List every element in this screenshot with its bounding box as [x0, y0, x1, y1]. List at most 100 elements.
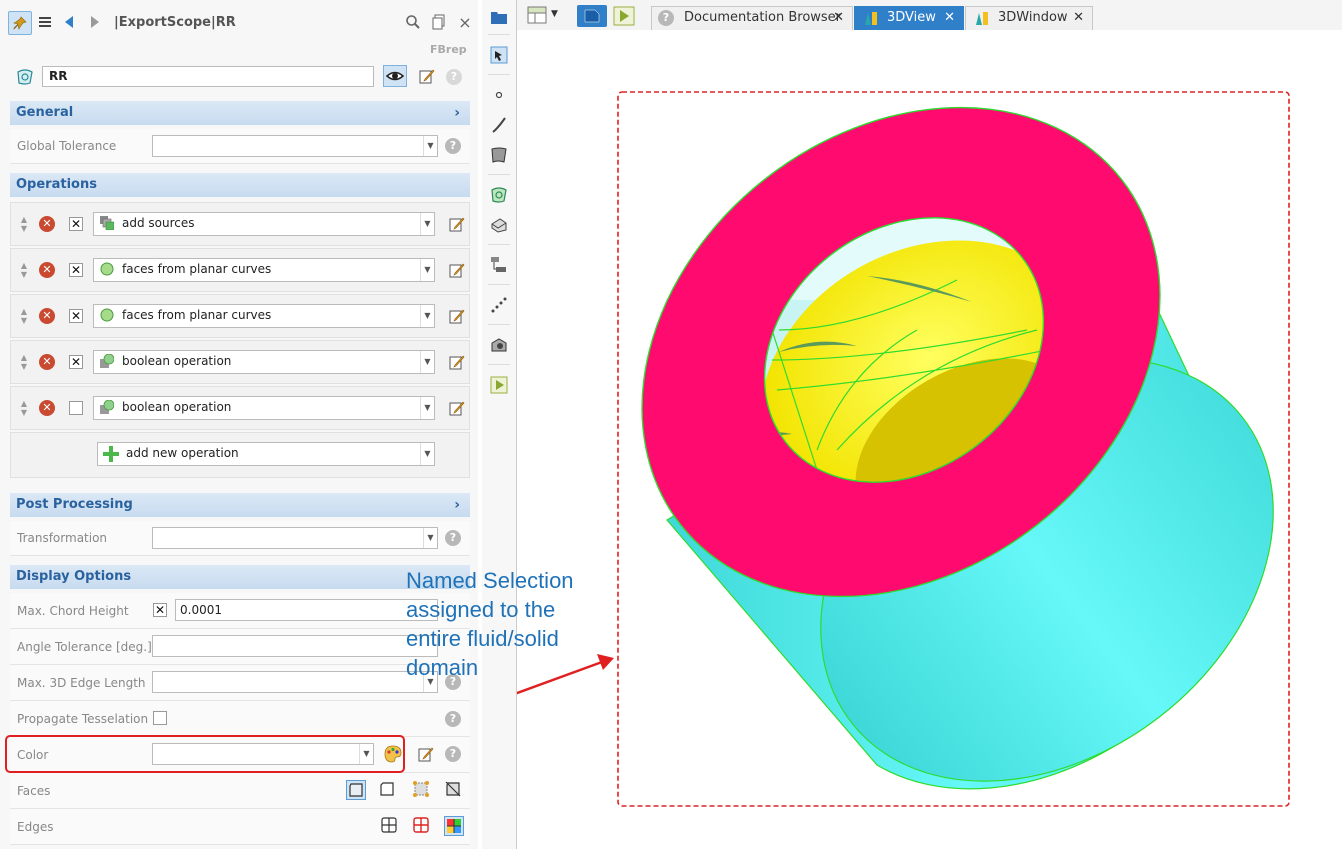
back-icon[interactable]	[58, 11, 80, 33]
faces-none-button[interactable]	[444, 780, 464, 800]
copy-icon[interactable]	[428, 11, 450, 33]
operation-combo[interactable]: boolean operation ▼	[93, 396, 435, 420]
section-post-processing[interactable]: Post Processing ›	[10, 493, 470, 517]
operation-combo[interactable]: boolean operation ▼	[93, 350, 435, 374]
delete-icon[interactable]: ✕	[39, 308, 55, 324]
reorder-icon[interactable]: ▲ ▼	[19, 261, 29, 281]
section-operations[interactable]: Operations	[10, 173, 470, 197]
annotation-text: Named Selection assigned to the entire f…	[406, 568, 574, 680]
tree-icon[interactable]	[490, 256, 508, 274]
tab-3dwindow[interactable]: 3DWindow ✕	[965, 6, 1093, 30]
max-chord-height-checkbox[interactable]: ✕	[153, 603, 167, 617]
add-operation-row: add new operation ▼	[10, 432, 470, 478]
edges-colored-button[interactable]	[444, 816, 464, 836]
properties-panel: |ExportScope|RR × FBrep RR ? General › G…	[0, 0, 478, 849]
list-icon[interactable]	[34, 11, 56, 33]
faces-points-button[interactable]	[412, 780, 432, 800]
render-icon[interactable]	[490, 336, 508, 354]
tab-3dview[interactable]: 3DView ✕	[854, 6, 964, 30]
type-label: FBrep	[430, 43, 467, 56]
close-icon[interactable]: ✕	[1073, 7, 1084, 29]
section-post-processing-label: Post Processing	[16, 497, 133, 512]
delete-icon[interactable]: ✕	[39, 262, 55, 278]
edit-icon[interactable]	[449, 308, 465, 324]
operation-enabled-checkbox[interactable]	[69, 401, 83, 415]
section-display-options[interactable]: Display Options	[10, 565, 470, 589]
edit-icon[interactable]	[449, 354, 465, 370]
help-icon[interactable]: ?	[446, 69, 462, 85]
edit-icon[interactable]	[418, 746, 434, 762]
angle-tolerance-input[interactable]	[152, 635, 438, 657]
operation-enabled-checkbox[interactable]: ✕	[69, 355, 83, 369]
panel-title: |ExportScope|RR	[114, 15, 236, 30]
section-display-options-label: Display Options	[16, 569, 132, 584]
section-general[interactable]: General ›	[10, 101, 470, 125]
faces-outline-button[interactable]	[378, 780, 398, 800]
edges-mesh-button[interactable]	[380, 816, 400, 836]
name-input[interactable]: RR	[42, 66, 374, 87]
3d-viewport[interactable]	[517, 30, 1342, 849]
edges-feature-button[interactable]	[412, 816, 432, 836]
reorder-icon[interactable]: ▲ ▼	[19, 353, 29, 373]
layout-icon[interactable]	[527, 6, 549, 26]
edit-icon[interactable]	[449, 262, 465, 278]
transformation-combo[interactable]: ▼	[152, 527, 438, 549]
tab-documentation-browser[interactable]: ? Documentation Browser ✕	[651, 6, 853, 30]
edit-icon[interactable]	[449, 400, 465, 416]
close-icon[interactable]: ✕	[833, 7, 844, 29]
play-icon[interactable]	[490, 376, 508, 394]
help-icon[interactable]: ?	[445, 711, 461, 727]
close-icon[interactable]: ×	[454, 11, 476, 33]
reorder-icon[interactable]: ▲ ▼	[19, 307, 29, 327]
chevron-down-icon[interactable]: ▼	[551, 9, 558, 19]
transformation-label: Transformation	[17, 531, 108, 545]
max-3d-edge-length-combo[interactable]: ▼	[152, 671, 438, 693]
operation-combo[interactable]: faces from planar curves ▼	[93, 258, 435, 282]
edges-row: Edges	[10, 809, 470, 845]
max-3d-edge-length-label: Max. 3D Edge Length	[17, 676, 146, 690]
delete-icon[interactable]: ✕	[39, 400, 55, 416]
green-circle-icon	[100, 308, 114, 322]
reorder-icon[interactable]: ▲ ▼	[19, 215, 29, 235]
angle-tolerance-row: Angle Tolerance [deg.]	[10, 629, 470, 665]
visibility-toggle[interactable]	[383, 65, 407, 87]
operation-enabled-checkbox[interactable]: ✕	[69, 309, 83, 323]
add-new-operation-combo[interactable]: add new operation ▼	[97, 442, 435, 466]
close-icon[interactable]: ✕	[944, 7, 955, 29]
edit-icon[interactable]	[419, 68, 435, 84]
select-curve-icon[interactable]	[490, 116, 508, 134]
select-point-icon[interactable]	[490, 86, 508, 104]
folder-icon[interactable]	[490, 8, 508, 26]
play-icon[interactable]	[613, 6, 635, 26]
delete-icon[interactable]: ✕	[39, 216, 55, 232]
operation-enabled-checkbox[interactable]: ✕	[69, 217, 83, 231]
reorder-icon[interactable]: ▲ ▼	[19, 399, 29, 419]
select-body-icon[interactable]	[490, 46, 508, 64]
tab-bar: ▼ ? Documentation Browser ✕ 3DView ✕ 3DW…	[517, 0, 1342, 31]
max-chord-height-input[interactable]: 0.0001	[175, 599, 438, 621]
operation-combo[interactable]: add sources ▼	[93, 212, 435, 236]
points-icon[interactable]	[490, 296, 508, 314]
help-icon[interactable]: ?	[445, 138, 461, 154]
forward-icon[interactable]	[84, 11, 106, 33]
operation-row: ▲ ▼ ✕ ✕ faces from planar curves ▼	[10, 294, 470, 338]
operation-combo[interactable]: faces from planar curves ▼	[93, 304, 435, 328]
operation-row: ▲ ▼ ✕ boolean operation ▼	[10, 386, 470, 430]
boolean-icon	[100, 354, 114, 368]
faces-shaded-button[interactable]	[346, 780, 366, 800]
select-solid-icon[interactable]	[490, 216, 508, 234]
delete-icon[interactable]: ✕	[39, 354, 55, 370]
named-selection-icon[interactable]	[490, 186, 508, 204]
search-icon[interactable]	[402, 11, 424, 33]
view-mode-button[interactable]	[577, 5, 607, 27]
global-tolerance-combo[interactable]: ▼	[152, 135, 438, 157]
pin-icon[interactable]	[8, 11, 32, 35]
select-face-icon[interactable]	[490, 146, 508, 164]
propagate-tesselation-checkbox[interactable]	[153, 711, 167, 725]
edit-icon[interactable]	[449, 216, 465, 232]
help-icon[interactable]: ?	[445, 746, 461, 762]
max-chord-height-row: Max. Chord Height ✕ 0.0001	[10, 593, 470, 629]
operation-enabled-checkbox[interactable]: ✕	[69, 263, 83, 277]
chevron-down-icon: ▼	[420, 351, 434, 373]
help-icon[interactable]: ?	[445, 530, 461, 546]
